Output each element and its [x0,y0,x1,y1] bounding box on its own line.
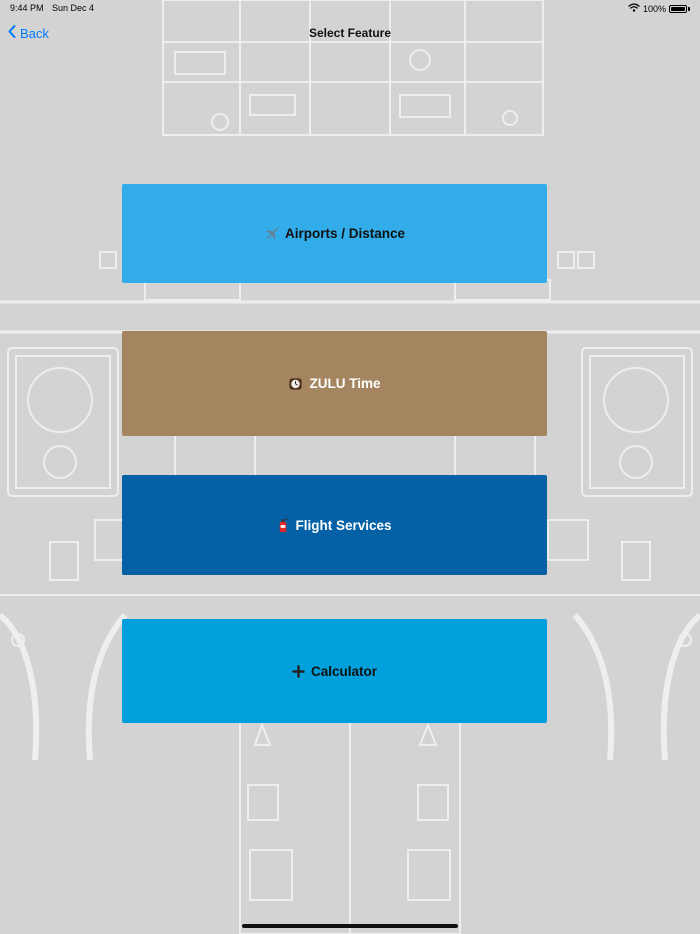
wifi-icon [628,3,640,14]
navigation-bar: Back Select Feature [0,18,700,50]
battery-nub [688,6,690,11]
status-bar: 9:44 PM Sun Dec 4 100% [0,0,700,18]
clock-icon [288,376,303,391]
battery-percent: 100% [642,3,666,14]
airports-distance-label: Airports / Distance [284,226,406,241]
calculator-label: Calculator [310,663,378,679]
page-title: Select Feature [308,26,392,40]
zulu-time-button[interactable]: ZULU Time [122,331,547,436]
battery-icon [669,4,687,13]
plus-icon [292,664,305,678]
cockpit-background-illustration [0,0,700,934]
calculator-button[interactable]: Calculator [122,619,547,723]
battery-level [671,6,685,11]
status-date: Sun Dec 4 [52,3,95,13]
flight-services-label: Flight Services [295,517,392,533]
home-indicator[interactable] [242,924,458,928]
airplane-icon [264,226,279,241]
status-indicators: 100% [628,3,690,14]
fire-extinguisher-icon [277,517,289,533]
airports-distance-button[interactable]: Airports / Distance [122,184,547,283]
flight-services-button[interactable]: Flight Services [122,475,547,575]
status-time: 9:44 PM [10,3,44,13]
zulu-time-label: ZULU Time [309,376,381,391]
